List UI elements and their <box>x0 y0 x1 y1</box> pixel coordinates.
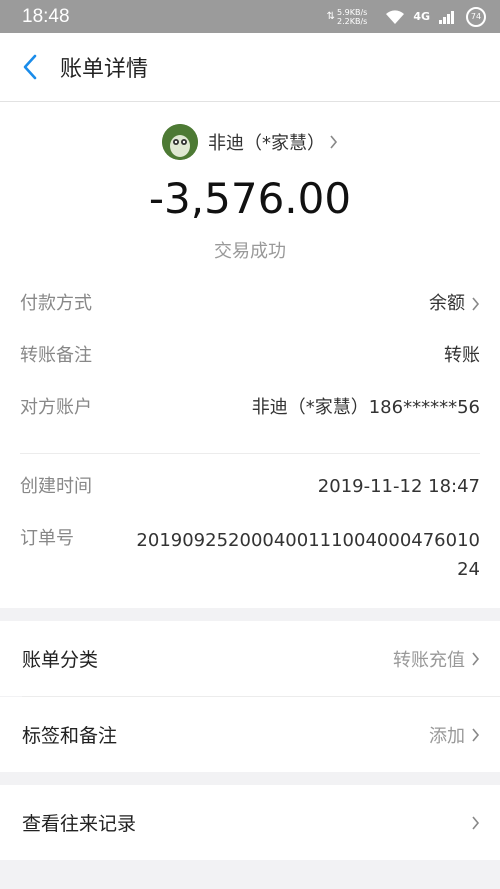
detail-value: 转账 <box>444 345 480 366</box>
transaction-status: 交易成功 <box>214 241 286 262</box>
list-label: 查看往来记录 <box>22 813 137 835</box>
payee-name: 非迪（*家慧） <box>208 133 325 154</box>
detail-label: 对方账户 <box>20 397 92 418</box>
tags-add-value: 添加 <box>429 725 465 747</box>
avatar <box>162 124 198 160</box>
chevron-left-icon <box>23 54 37 80</box>
order-number: 20190925200040011100400047601024 <box>136 530 480 580</box>
history-row[interactable]: 查看往来记录 <box>0 785 500 860</box>
list-label: 账单分类 <box>22 649 99 671</box>
detail-label: 转账备注 <box>20 345 92 366</box>
detail-value: 非迪（*家慧）186******56 <box>251 397 480 418</box>
bill-category-row[interactable]: 账单分类 转账充值 <box>0 621 500 696</box>
network-type: 4G <box>413 10 430 23</box>
chevron-right-icon <box>472 727 480 742</box>
detail-row-payment-method[interactable]: 付款方式 余额 <box>20 291 480 343</box>
data-arrows-icon: ⇅ <box>326 11 335 22</box>
nav-bar: 账单详情 <box>0 33 500 102</box>
status-time: 18:48 <box>22 5 70 27</box>
detail-label: 订单号 <box>20 528 74 549</box>
battery-indicator: 74 <box>466 6 486 27</box>
signal-icon <box>438 9 456 25</box>
net-down-speed: 2.2KB/s <box>336 16 368 26</box>
tags-notes-row[interactable]: 标签和备注 添加 <box>0 697 500 772</box>
page-title: 账单详情 <box>60 57 149 82</box>
detail-value: 余额 <box>429 293 465 314</box>
chevron-right-icon <box>472 651 480 666</box>
bill-category-value: 转账充值 <box>393 649 465 671</box>
list-label: 标签和备注 <box>22 725 118 747</box>
detail-label: 付款方式 <box>20 293 92 314</box>
section-gap <box>0 772 500 785</box>
detail-value: 2019-11-12 18:47 <box>317 476 480 497</box>
wifi-icon <box>385 9 405 25</box>
chevron-right-icon <box>472 297 480 311</box>
amount: -3,576.00 <box>148 174 352 223</box>
bill-card: 非迪（*家慧） -3,576.00 交易成功 付款方式 余额 转账备注 转账 对… <box>0 102 500 608</box>
chevron-right-icon <box>330 135 338 149</box>
back-button[interactable] <box>0 33 60 101</box>
net-up-speed: 5.9KB/s <box>336 7 368 17</box>
detail-row-created-time: 创建时间 2019-11-12 18:47 <box>20 474 480 526</box>
payee-link[interactable]: 非迪（*家慧） <box>0 122 500 162</box>
detail-row-order-number: 订单号 20190925200040011100400047601024 <box>20 526 480 608</box>
chevron-right-icon <box>472 815 480 830</box>
status-bar: 18:48 ⇅ 5.9KB/s 2.2KB/s 4G 74 <box>0 0 500 33</box>
section-gap <box>0 608 500 621</box>
detail-row-transfer-note: 转账备注 转账 <box>20 343 480 395</box>
details-list: 付款方式 余额 转账备注 转账 对方账户 非迪（*家慧）186******56 … <box>0 291 500 608</box>
detail-row-counterparty-account: 对方账户 非迪（*家慧）186******56 <box>20 395 480 447</box>
detail-label: 创建时间 <box>20 476 92 497</box>
network-speed: ⇅ 5.9KB/s 2.2KB/s <box>327 8 368 26</box>
divider <box>20 453 480 454</box>
